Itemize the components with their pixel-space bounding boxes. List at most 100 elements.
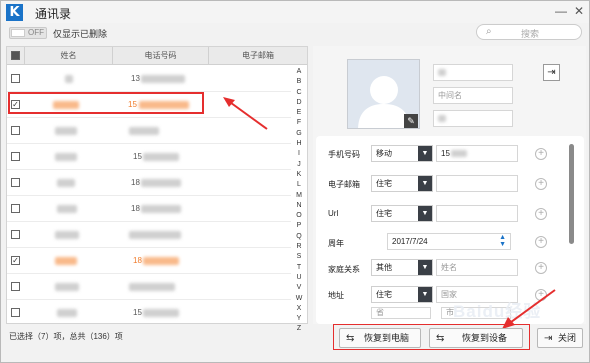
url-field[interactable]	[436, 205, 518, 222]
phone-blur	[141, 205, 181, 213]
field-label: 家庭关系	[328, 265, 360, 274]
table-row[interactable]	[7, 274, 291, 300]
annotation-arrow-icon	[223, 97, 268, 130]
relation-type-select[interactable]: 其他 ▼	[371, 259, 433, 276]
index-letter[interactable]: P	[294, 221, 304, 231]
phone-blur	[451, 150, 467, 157]
row-checkbox[interactable]	[11, 204, 20, 213]
add-phone-icon[interactable]: +	[535, 148, 547, 160]
index-letter[interactable]: H	[294, 139, 304, 149]
email-type-select[interactable]: 住宅 ▼	[371, 175, 433, 192]
index-letter[interactable]: Z	[294, 324, 304, 334]
index-letter[interactable]: L	[294, 180, 304, 190]
index-letter[interactable]: U	[294, 273, 304, 283]
select-value: 其他	[376, 263, 392, 272]
chevron-down-icon: ▼	[418, 146, 432, 161]
index-letter[interactable]: M	[294, 191, 304, 201]
table-row[interactable]: 18	[7, 170, 291, 196]
name-blur	[438, 69, 446, 76]
table-row[interactable]: ✓ 18	[7, 248, 291, 274]
phone-blur	[143, 257, 179, 265]
table-row[interactable]: 18	[7, 196, 291, 222]
index-letter[interactable]: E	[294, 108, 304, 118]
row-checkbox[interactable]	[11, 126, 20, 135]
phone-blur	[141, 75, 185, 83]
phone-field[interactable]: 15	[436, 145, 518, 162]
only-deleted-toggle[interactable]: OFF	[9, 27, 47, 39]
first-name-field[interactable]	[433, 64, 513, 81]
chevron-down-icon: ▼	[418, 176, 432, 191]
table-row[interactable]: 15	[7, 300, 291, 325]
last-name-field[interactable]	[433, 110, 513, 127]
row-checkbox[interactable]	[11, 230, 20, 239]
contact-name	[57, 309, 77, 317]
field-label: 手机号码	[328, 150, 360, 159]
name-blur	[438, 115, 446, 122]
index-letter[interactable]: B	[294, 77, 304, 87]
index-letter[interactable]: J	[294, 160, 304, 170]
chevron-down-icon: ▼	[418, 206, 432, 221]
export-icon[interactable]: ⇥	[543, 64, 560, 81]
address-type-select[interactable]: 住宅 ▼	[371, 286, 433, 303]
index-letter[interactable]: Y	[294, 314, 304, 324]
index-letter[interactable]: R	[294, 242, 304, 252]
edit-avatar-icon[interactable]: ✎	[404, 114, 418, 128]
relation-name-field[interactable]: 姓名	[436, 259, 518, 276]
select-all-checkbox[interactable]	[11, 51, 20, 60]
contact-name	[55, 231, 79, 239]
row-checkbox[interactable]	[11, 152, 20, 161]
close-button[interactable]: ⇥ 关闭	[537, 328, 583, 348]
index-letter[interactable]: K	[294, 170, 304, 180]
field-label: 周年	[328, 239, 344, 248]
phone-blur	[129, 127, 159, 135]
row-checkbox[interactable]	[11, 178, 20, 187]
phone-blur	[129, 283, 175, 291]
phone-blur	[141, 179, 181, 187]
add-relation-icon[interactable]: +	[535, 262, 547, 274]
detail-scrollbar[interactable]	[569, 144, 574, 244]
middle-name-field[interactable]: 中间名	[433, 87, 513, 104]
add-url-icon[interactable]: +	[535, 208, 547, 220]
row-checkbox[interactable]: ✓	[11, 256, 20, 265]
close-window-icon[interactable]: ✕	[571, 3, 587, 19]
index-letter[interactable]: G	[294, 129, 304, 139]
search-input[interactable]: ⌕ 搜索	[476, 24, 582, 40]
table-row[interactable]: 13	[7, 66, 291, 92]
contact-name	[57, 179, 75, 187]
index-letter[interactable]: T	[294, 263, 304, 273]
contact-name	[55, 283, 79, 291]
contact-name	[55, 153, 77, 161]
contact-phone: 15	[133, 152, 142, 161]
table-row[interactable]	[7, 222, 291, 248]
row-checkbox[interactable]	[11, 74, 20, 83]
index-letter[interactable]: N	[294, 201, 304, 211]
phone-type-select[interactable]: 移动 ▼	[371, 145, 433, 162]
url-type-select[interactable]: 住宅 ▼	[371, 205, 433, 222]
index-letter[interactable]: O	[294, 211, 304, 221]
annotation-box-buttons	[333, 324, 530, 350]
index-letter[interactable]: F	[294, 118, 304, 128]
phone-blur	[143, 309, 179, 317]
add-anniversary-icon[interactable]: +	[535, 236, 547, 248]
index-letter[interactable]: V	[294, 283, 304, 293]
index-letter[interactable]: X	[294, 304, 304, 314]
table-row[interactable]: 15	[7, 144, 291, 170]
contact-phone: 18	[131, 178, 140, 187]
index-letter[interactable]: S	[294, 252, 304, 262]
index-letter[interactable]: W	[294, 294, 304, 304]
province-field[interactable]: 省	[371, 307, 431, 319]
index-letter[interactable]: A	[294, 67, 304, 77]
index-letter[interactable]: Q	[294, 232, 304, 242]
row-checkbox[interactable]	[11, 282, 20, 291]
index-letter[interactable]: D	[294, 98, 304, 108]
row-checkbox[interactable]	[11, 308, 20, 317]
email-field[interactable]	[436, 175, 518, 192]
index-letter[interactable]: C	[294, 88, 304, 98]
anniversary-date-picker[interactable]: 2017/7/24 ▲ ▼	[387, 233, 511, 250]
select-all-cell	[7, 47, 25, 65]
select-value: 移动	[376, 149, 392, 158]
spin-updown-icon[interactable]: ▲ ▼	[499, 234, 506, 248]
index-letter[interactable]: I	[294, 149, 304, 159]
minimize-icon[interactable]: —	[553, 3, 569, 19]
add-email-icon[interactable]: +	[535, 178, 547, 190]
